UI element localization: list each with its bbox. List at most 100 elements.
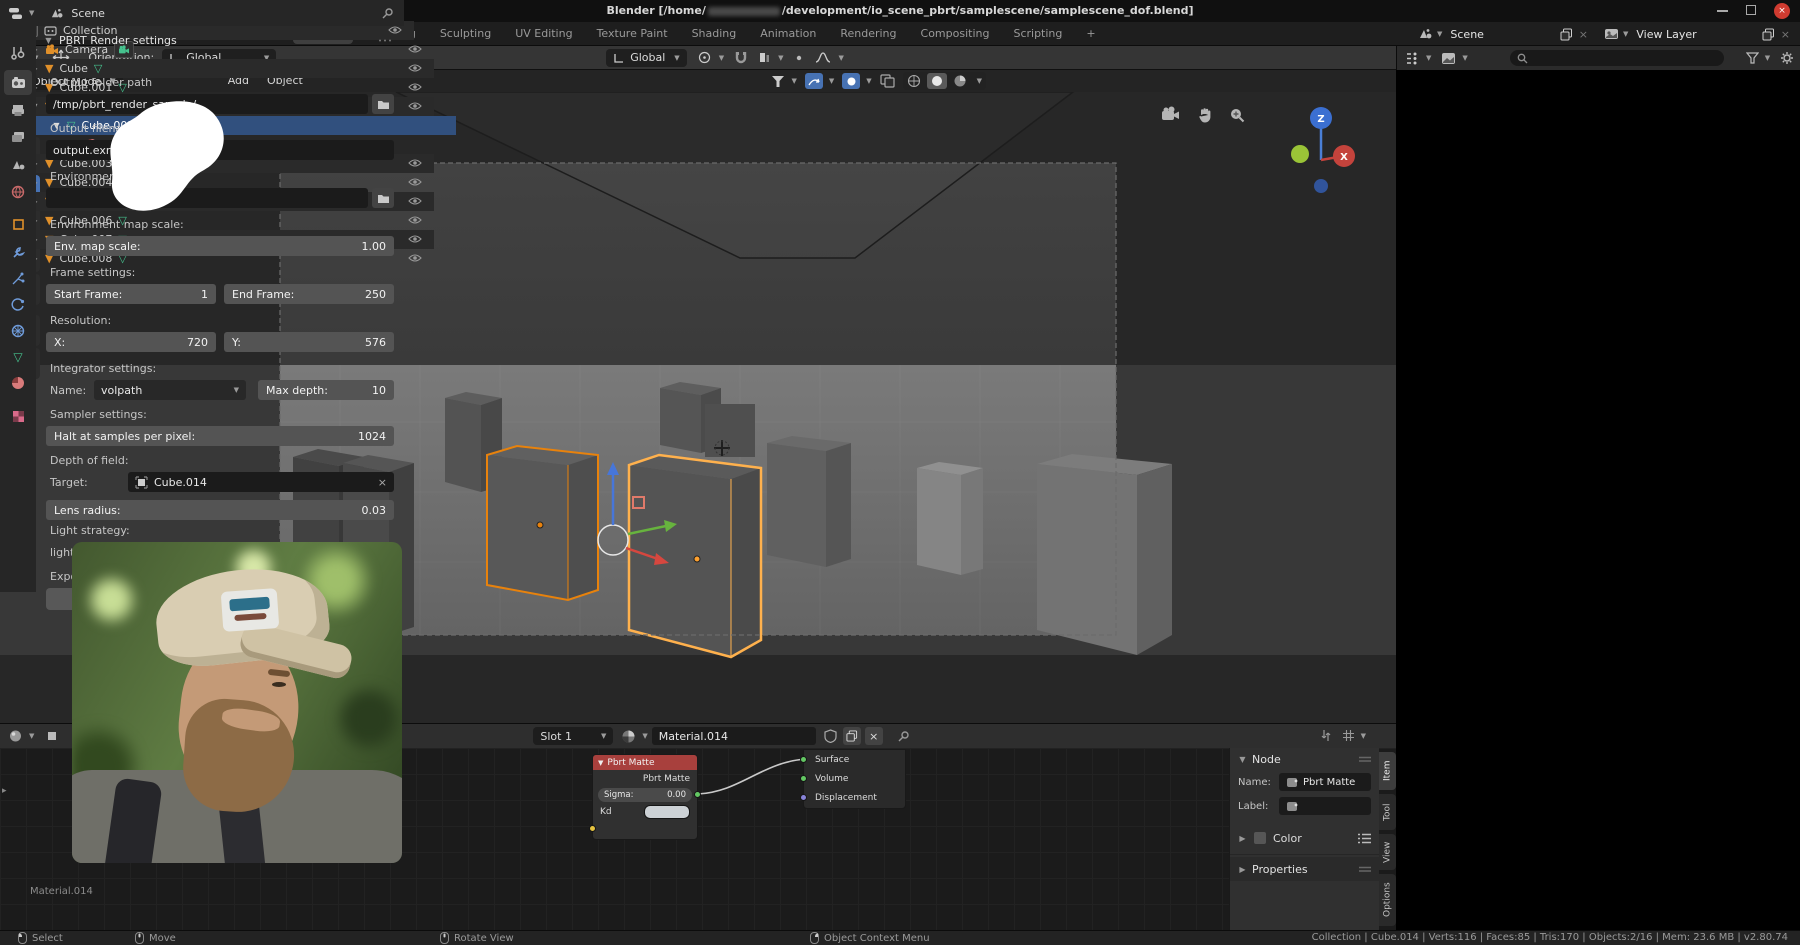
new-scene-icon[interactable] (1560, 28, 1573, 41)
shading-wireframe-icon[interactable] (907, 74, 921, 88)
resolution-x-slider[interactable]: X:720 (46, 332, 216, 352)
minimize-button[interactable] (1717, 10, 1728, 12)
material-browse-dropdown[interactable]: ▼ (621, 729, 647, 744)
overlays-dropdown[interactable]: ▼ (842, 73, 871, 89)
color-checkbox[interactable] (1254, 832, 1266, 844)
tab-physics[interactable] (4, 292, 32, 317)
end-frame-slider[interactable]: End Frame:250 (224, 284, 394, 304)
shader-editor-type-dropdown[interactable]: ▼ (8, 729, 34, 743)
shading-material-icon[interactable] (953, 74, 967, 88)
start-frame-slider[interactable]: Start Frame:1 (46, 284, 216, 304)
snap-target-dropdown[interactable]: ▼ (758, 51, 783, 64)
display-mode-dropdown[interactable]: ▼ (1441, 52, 1467, 65)
display-mode-icon (1441, 52, 1456, 65)
resolution-y-slider[interactable]: Y:576 (224, 332, 394, 352)
shader-object-icon (46, 730, 58, 742)
sampler-section-label: Sampler settings: (50, 408, 147, 421)
axis-z-label[interactable]: Z (1317, 114, 1324, 125)
pivot-point-dropdown[interactable]: ▼ (697, 50, 724, 65)
snap-magnet-icon[interactable] (734, 50, 748, 65)
output-socket[interactable] (694, 791, 701, 798)
node-overlay-dropdown[interactable]: ▼ (1342, 729, 1366, 742)
show-gizmo-toggle[interactable] (805, 73, 823, 89)
falloff-dropdown[interactable]: ▼ (815, 51, 843, 64)
tab-texture[interactable] (4, 404, 32, 429)
sigma-slider[interactable]: Sigma: 0.00 (598, 788, 692, 802)
pin-icon[interactable] (897, 730, 910, 743)
axis-x-label[interactable]: X (1340, 152, 1348, 163)
pan-hand-icon[interactable] (1196, 106, 1214, 124)
gizmos-dropdown[interactable]: ▼ (805, 73, 834, 89)
sidebar-tab-tool[interactable]: Tool (1379, 794, 1396, 830)
transform-orientation-dropdown[interactable]: Global▼ (606, 49, 686, 67)
node-name-field[interactable]: Pbrt Matte (1279, 773, 1371, 791)
color-section-label[interactable]: Color (1273, 832, 1302, 845)
mouse-right-icon (810, 932, 819, 944)
fake-user-shield-icon[interactable] (824, 729, 837, 743)
object-icon (135, 476, 148, 489)
workspace-tab-sculpting[interactable]: Sculpting (429, 24, 502, 44)
xray-toggle-icon[interactable] (880, 74, 895, 88)
object-type-visibility-dropdown[interactable]: ▼ (771, 75, 796, 88)
shading-solid-active[interactable] (927, 73, 947, 89)
node-icon (1286, 801, 1298, 812)
workspace-tab-texture-paint[interactable]: Texture Paint (586, 24, 679, 44)
view-layer-selector[interactable]: ▼ View Layer × (1604, 25, 1790, 43)
new-view-layer-icon[interactable] (1762, 28, 1775, 41)
halt-samples-slider[interactable]: Halt at samples per pixel:1024 (46, 426, 394, 446)
displacement-socket[interactable] (800, 794, 807, 801)
tab-particles[interactable] (4, 268, 32, 291)
new-material-button[interactable] (843, 727, 861, 745)
list-icon[interactable] (1358, 833, 1371, 844)
tab-material[interactable] (4, 370, 32, 395)
node-panel-title[interactable]: Node (1252, 753, 1281, 766)
viewport-nav-overlay (1160, 106, 1246, 124)
tab-constraints[interactable] (4, 318, 32, 343)
editor-type-dropdown[interactable]: ▼ (1405, 52, 1431, 65)
show-overlays-toggle[interactable] (842, 73, 860, 89)
workspace-tab-uv-editing[interactable]: UV Editing (504, 24, 583, 44)
zoom-icon[interactable] (1228, 106, 1246, 124)
workspace-tab-rendering[interactable]: Rendering (829, 24, 907, 44)
workspace-tab-animation[interactable]: Animation (749, 24, 827, 44)
pbrt-matte-node[interactable]: ▼ Pbrt Matte Pbrt Matte Sigma: 0.00 Kd (592, 754, 698, 840)
filter-dropdown[interactable]: ▼ (1746, 52, 1770, 64)
tab-object-data[interactable]: ▽ (4, 344, 32, 369)
workspace-tab-compositing[interactable]: Compositing (910, 24, 1001, 44)
workspace-tab-scripting[interactable]: Scripting (1002, 24, 1073, 44)
gear-icon[interactable] (1780, 51, 1794, 65)
target-object-field[interactable]: Cube.014 × (128, 472, 394, 492)
unlink-material-button[interactable]: × (865, 727, 883, 745)
unlink-scene-icon[interactable]: × (1579, 28, 1588, 41)
sidebar-tab-options[interactable]: Options (1379, 874, 1396, 926)
max-depth-slider[interactable]: Max depth:10 (258, 380, 394, 400)
kd-color-swatch[interactable] (644, 805, 690, 819)
workspace-tab-shading[interactable]: Shading (681, 24, 748, 44)
add-workspace-button[interactable]: + (1075, 24, 1106, 44)
surface-socket[interactable] (800, 756, 807, 763)
close-button[interactable]: × (1774, 3, 1790, 19)
sidebar-tab-view[interactable]: View (1379, 834, 1396, 870)
lens-radius-slider[interactable]: Lens radius:0.03 (46, 500, 394, 520)
remove-view-layer-icon[interactable]: × (1781, 28, 1790, 41)
integrator-name-dropdown[interactable]: volpath▼ (94, 380, 246, 400)
slot-dropdown[interactable]: Slot 1▼ (533, 727, 613, 745)
camera-view-icon[interactable] (1160, 106, 1182, 124)
sidebar-tab-item[interactable]: Item (1379, 752, 1396, 790)
snap-node-icon[interactable] (1320, 729, 1332, 742)
snap-increment-icon (758, 51, 771, 64)
proportional-editing-toggle[interactable] (793, 52, 805, 64)
axis-gizmo[interactable]: Z X (1276, 102, 1366, 197)
node-label-field[interactable] (1279, 797, 1371, 815)
volume-socket[interactable] (800, 775, 807, 782)
node-output-label: Pbrt Matte (643, 774, 690, 784)
clear-target-icon[interactable]: × (378, 476, 387, 489)
scene-selector[interactable]: ▼ Scene × (1418, 25, 1588, 43)
person-eye (272, 682, 286, 687)
properties-panel-title[interactable]: Properties (1252, 863, 1308, 876)
material-name-field[interactable]: Material.014 (652, 727, 816, 745)
maximize-button[interactable] (1746, 5, 1756, 15)
outliner-search-input[interactable] (1510, 50, 1724, 66)
material-output-node[interactable]: Surface Volume Displacement (803, 749, 906, 809)
kd-socket[interactable] (589, 825, 596, 832)
